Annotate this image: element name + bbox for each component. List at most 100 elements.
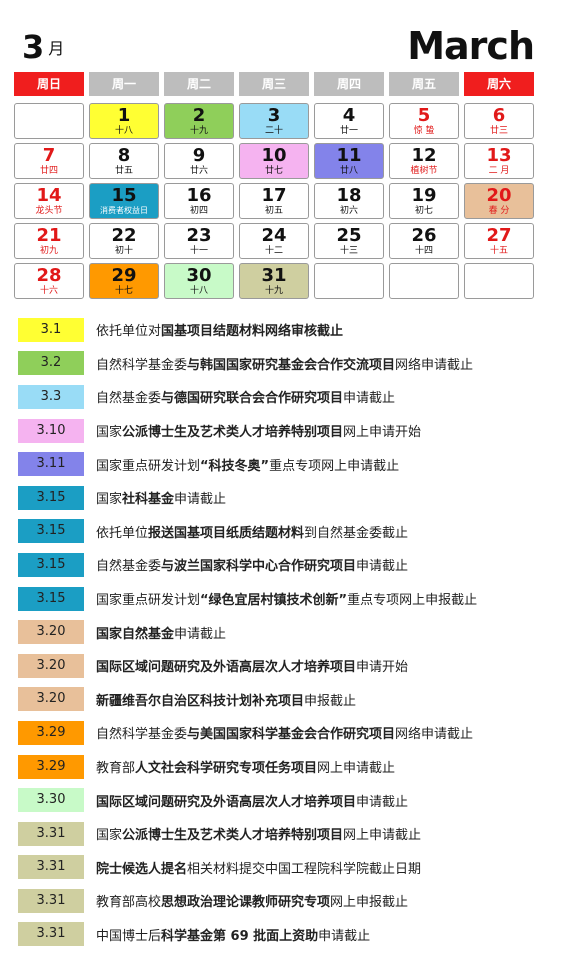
calendar-day[interactable]: 28 十六: [14, 263, 84, 299]
event-date-tag: 3.1: [18, 317, 84, 342]
calendar-day[interactable]: 15 消费者权益日: [89, 183, 159, 219]
month-title: 3月: [22, 28, 64, 66]
event-text: 教育部高校: [96, 895, 162, 911]
calendar-day[interactable]: 7 廿四: [14, 143, 84, 179]
event-date-tag: 3.10: [18, 418, 84, 443]
lunar-label: 十九: [264, 286, 283, 296]
calendar-day[interactable]: 26 十四: [389, 223, 459, 259]
calendar-day[interactable]: 19 初七: [389, 183, 459, 219]
event-description: 国家公派博士生及艺术类人才培养特别项目网上申请开始: [96, 421, 421, 440]
calendar-day[interactable]: 21 初九: [14, 223, 84, 259]
day-number: 10: [261, 145, 287, 166]
lunar-label: 廿三: [489, 126, 508, 136]
event-text-bold: 公派博士生及艺术类人才培养特别项目: [122, 828, 344, 844]
lunar-label: 十八: [189, 286, 208, 296]
event-row: 3.20 国家自然基金申请截止: [18, 615, 578, 649]
calendar-day[interactable]: 23 十一: [164, 223, 234, 259]
lunar-label: 初五: [264, 206, 283, 216]
calendar-day[interactable]: 3 二十: [239, 103, 309, 139]
calendar-day[interactable]: 30 十八: [164, 263, 234, 299]
event-text-bold: 国家自然基金: [96, 626, 175, 642]
event-text-bold: “绿色宜居村镇技术创新”: [200, 593, 348, 609]
event-date-tag: 3.20: [18, 620, 84, 645]
calendar-day[interactable]: 13 二 月: [464, 143, 534, 179]
event-description: 自然基金委与波兰国家科学中心合作研究项目申请截止: [96, 555, 408, 574]
day-number: 12: [411, 145, 437, 166]
month-number: 3: [22, 28, 45, 66]
weekday-header: 周日 周一 周二 周三 周四 周五 周六: [14, 72, 534, 96]
day-number: 26: [411, 225, 437, 246]
calendar-day[interactable]: 4 廿一: [314, 103, 384, 139]
calendar-day[interactable]: 29 十七: [89, 263, 159, 299]
event-text: 依托单位对: [96, 324, 162, 340]
day-number: 22: [111, 225, 137, 246]
event-text-bold: 思想政治理论课教师研究专项: [161, 895, 331, 911]
calendar-day[interactable]: 18 初六: [314, 183, 384, 219]
event-description: 国家自然基金申请截止: [96, 623, 226, 642]
event-text-bold: 科学基金第 69 批面上资助: [161, 928, 319, 944]
day-number: 2: [192, 105, 206, 126]
calendar-day[interactable]: 2 十九: [164, 103, 234, 139]
event-text-bold: 人文社会科学研究专项任务项目: [135, 761, 318, 777]
event-row: 3.2 自然科学基金委与韩国国家研究基金会合作交流项目网络申请截止: [18, 347, 578, 381]
event-row: 3.20 新疆维吾尔自治区科技计划补充项目申报截止: [18, 683, 578, 717]
lunar-label: 植树节: [410, 166, 438, 176]
event-description: 教育部高校思想政治理论课教师研究专项网上申报截止: [96, 891, 408, 910]
calendar-day[interactable]: 8 廿五: [89, 143, 159, 179]
calendar-day[interactable]: 25 十三: [314, 223, 384, 259]
event-description: 国际区域问题研究及外语高层次人才培养项目申请开始: [96, 656, 408, 675]
event-text-bold: 与德国研究联合会合作研究项目: [161, 391, 344, 407]
event-row: 3.30 国际区域问题研究及外语高层次人才培养项目申请截止: [18, 783, 578, 817]
event-text-bold: 公派博士生及艺术类人才培养特别项目: [122, 425, 344, 441]
calendar-day[interactable]: 22 初十: [89, 223, 159, 259]
event-row: 3.15 自然基金委与波兰国家科学中心合作研究项目申请截止: [18, 548, 578, 582]
day-number: 28: [36, 265, 62, 286]
event-text: 网络申请截止: [395, 357, 474, 373]
event-text: 自然基金委: [96, 391, 162, 407]
event-text: 网上申请开始: [343, 425, 422, 441]
lunar-label: 十三: [339, 246, 358, 256]
event-description: 新疆维吾尔自治区科技计划补充项目申报截止: [96, 690, 356, 709]
calendar-day[interactable]: 14 龙头节: [14, 183, 84, 219]
lunar-label: 消费者权益日: [100, 206, 148, 215]
event-text: 依托单位: [96, 525, 149, 541]
calendar-day[interactable]: 11 廿八: [314, 143, 384, 179]
event-description: 国家公派博士生及艺术类人才培养特别项目网上申请截止: [96, 824, 421, 843]
calendar: 周日 周一 周二 周三 周四 周五 周六 1 十八 2 十九 3 二十 4 廿一 5 惊 蛰 6 廿三…: [14, 72, 534, 299]
calendar-day[interactable]: 20 春 分: [464, 183, 534, 219]
calendar-day[interactable]: 9 廿六: [164, 143, 234, 179]
event-row: 3.31 院士候选人提名相关材料提交中国工程院科学院截止日期: [18, 851, 578, 885]
calendar-day[interactable]: 10 廿七: [239, 143, 309, 179]
event-row: 3.15 国家社科基金申请截止: [18, 481, 578, 515]
calendar-day[interactable]: 31 十九: [239, 263, 309, 299]
calendar-day[interactable]: 6 廿三: [464, 103, 534, 139]
event-text: 申请截止: [174, 626, 227, 642]
lunar-label: 廿七: [264, 166, 283, 176]
lunar-label: 十二: [264, 246, 283, 256]
calendar-day[interactable]: 16 初四: [164, 183, 234, 219]
calendar-day[interactable]: 24 十二: [239, 223, 309, 259]
event-date-tag: 3.15: [18, 552, 84, 577]
calendar-day[interactable]: 27 十五: [464, 223, 534, 259]
calendar-day[interactable]: 5惊 蛰: [389, 103, 459, 139]
day-number: 31: [261, 265, 287, 286]
event-date-tag: 3.20: [18, 653, 84, 678]
event-description: 依托单位对国基项目结题材料网络审核截止: [96, 320, 343, 339]
lunar-label: 龙头节: [35, 206, 63, 216]
event-text-bold: “科技冬奥”: [200, 458, 270, 474]
calendar-day[interactable]: 12 植树节: [389, 143, 459, 179]
event-text: 重点专项网上申请截止: [269, 458, 400, 474]
day-number: 24: [261, 225, 287, 246]
day-number: 25: [336, 225, 362, 246]
event-description: 自然科学基金委与韩国国家研究基金会合作交流项目网络申请截止: [96, 354, 473, 373]
event-text-bold: 社科基金: [122, 492, 175, 508]
calendar-day[interactable]: 1 十八: [89, 103, 159, 139]
calendar-day[interactable]: 17 初五: [239, 183, 309, 219]
event-date-tag: 3.3: [18, 384, 84, 409]
weekday-fri: 周五: [389, 72, 459, 96]
event-text: 中国博士后: [96, 928, 162, 944]
event-text: 申请截止: [356, 794, 409, 810]
day-number: 4: [342, 105, 356, 126]
event-text: 申请截止: [174, 492, 227, 508]
event-text-bold: 与波兰国家科学中心合作研究项目: [161, 559, 357, 575]
